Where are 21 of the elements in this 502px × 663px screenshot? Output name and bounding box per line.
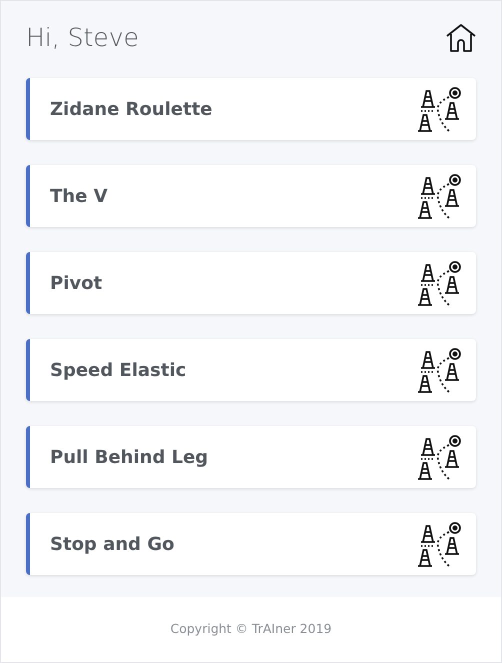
drill-diagram-icon (416, 259, 462, 307)
drill-name: The V (50, 184, 108, 208)
drill-name: Pivot (50, 272, 102, 296)
drill-diagram-icon (416, 520, 462, 568)
drill-name: Zidane Roulette (50, 98, 212, 122)
drill-diagram-icon (416, 85, 462, 133)
drill-diagram-icon (416, 346, 462, 394)
copyright-text: Copyright © TrAIner 2019 (170, 620, 332, 638)
home-icon[interactable] (445, 23, 477, 53)
greeting: Hi, Steve (26, 22, 139, 54)
drill-name: Speed Elastic (50, 358, 186, 382)
drill-card[interactable]: Pivot (26, 252, 476, 314)
drill-card[interactable]: Stop and Go (26, 513, 476, 575)
drill-card[interactable]: Zidane Roulette (26, 78, 476, 140)
drill-card[interactable]: The V (26, 165, 476, 227)
drill-diagram-icon (416, 433, 462, 481)
drill-name: Pull Behind Leg (50, 446, 208, 470)
drill-name: Stop and Go (50, 532, 174, 556)
drill-card[interactable]: Pull Behind Leg (26, 426, 476, 488)
drill-card[interactable]: Speed Elastic (26, 339, 476, 401)
drill-diagram-icon (416, 172, 462, 220)
